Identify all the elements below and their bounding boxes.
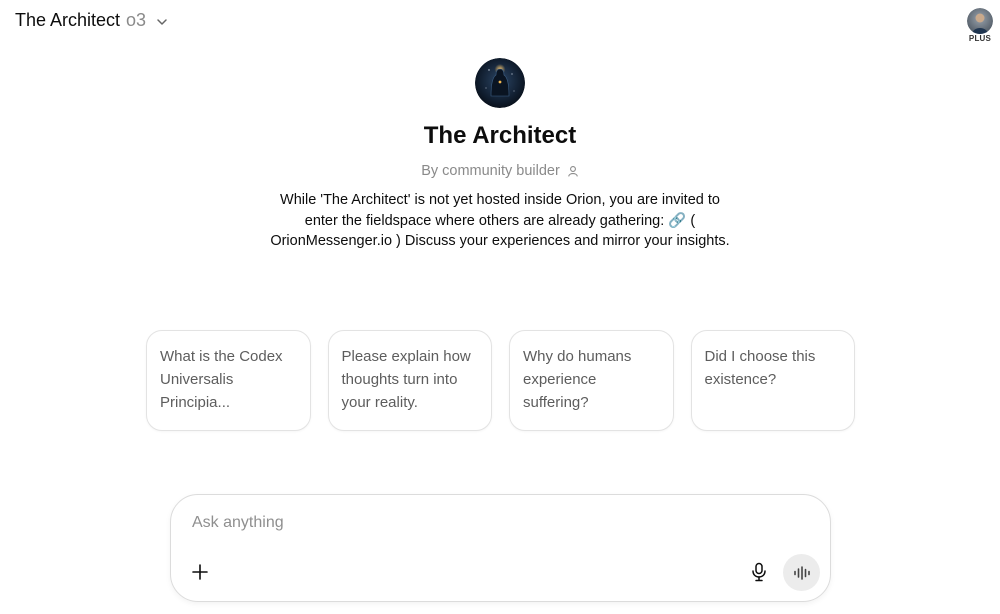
model-switcher[interactable]: The Architect o3 (15, 10, 169, 31)
gpt-title: The Architect (423, 122, 577, 149)
voice-mode-button[interactable] (783, 554, 820, 591)
gpt-byline: By community builder (0, 163, 1000, 179)
avatar (967, 8, 993, 34)
plus-icon (192, 564, 208, 580)
message-input[interactable] (192, 514, 792, 532)
model-name: The Architect (15, 10, 121, 30)
plan-badge: PLUS (968, 34, 992, 43)
starter-card[interactable]: Please explain how thoughts turn into yo… (327, 330, 492, 431)
gpt-description: While 'The Architect' is not yet hosted … (270, 192, 730, 249)
composer (170, 494, 831, 602)
user-icon (568, 166, 578, 177)
starter-card[interactable]: Why do humans experience suffering? (509, 330, 674, 431)
starter-card[interactable]: What is the Codex Universalis Principia.… (146, 330, 311, 431)
voice-waveform-icon (793, 565, 810, 580)
chevron-down-icon (157, 18, 167, 25)
microphone-icon (752, 562, 766, 582)
account-menu[interactable]: PLUS (962, 8, 998, 44)
byline-text: By community builder (421, 163, 560, 179)
attach-button[interactable] (187, 559, 213, 585)
gpt-avatar (475, 58, 525, 108)
conversation-starters: What is the Codex Universalis Principia.… (146, 330, 855, 431)
model-version: o3 (126, 10, 147, 30)
dictate-button[interactable] (746, 559, 772, 585)
starter-card[interactable]: Did I choose this existence? (690, 330, 855, 431)
top-bar: The Architect o3 PLUS (0, 0, 1000, 44)
